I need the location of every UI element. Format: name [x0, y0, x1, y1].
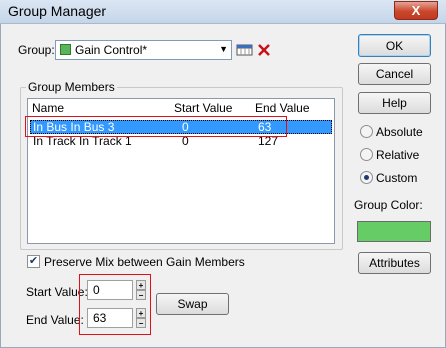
ok-button[interactable]: OK — [358, 34, 431, 57]
group-label: Group: — [18, 43, 55, 57]
group-select[interactable]: Gain Control* ▼ — [55, 40, 232, 60]
group-select-value: Gain Control* — [75, 43, 148, 57]
window-title: Group Manager — [8, 3, 107, 19]
group-color-label: Group Color: — [354, 198, 423, 212]
group-color-swatch-icon — [60, 44, 71, 55]
end-value-label: End Value: — [26, 313, 84, 327]
checkmark-icon: ✔ — [28, 255, 39, 267]
values-highlight-box — [79, 274, 151, 335]
radio-absolute-label: Absolute — [376, 125, 423, 139]
chevron-down-icon[interactable]: ▼ — [219, 44, 228, 54]
column-header-name[interactable]: Name — [32, 101, 64, 115]
help-button[interactable]: Help — [358, 92, 431, 114]
group-color-picker[interactable] — [357, 221, 431, 242]
radio-relative[interactable] — [360, 148, 373, 161]
radio-custom[interactable] — [360, 171, 373, 184]
title-bar: Group Manager X — [0, 0, 446, 24]
edit-group-button[interactable] — [236, 41, 254, 59]
row-highlight-box — [25, 116, 287, 137]
attributes-button[interactable]: Attributes — [358, 252, 431, 274]
delete-x-icon — [258, 44, 270, 56]
close-icon: X — [411, 3, 421, 18]
radio-absolute[interactable] — [360, 125, 373, 138]
grid-edit-icon — [236, 44, 253, 56]
radio-custom-label: Custom — [376, 171, 418, 185]
preserve-mix-checkbox[interactable]: ✔ — [27, 255, 40, 268]
group-members-title: Group Members — [26, 80, 117, 94]
cancel-button[interactable]: Cancel — [358, 63, 431, 85]
swap-button[interactable]: Swap — [156, 293, 229, 315]
radio-relative-label: Relative — [376, 148, 420, 162]
delete-group-button[interactable] — [255, 41, 273, 59]
preserve-mix-label: Preserve Mix between Gain Members — [44, 255, 245, 269]
close-button[interactable]: X — [394, 1, 438, 20]
column-header-start-value[interactable]: Start Value — [174, 101, 232, 115]
column-header-end-value[interactable]: End Value — [255, 101, 310, 115]
